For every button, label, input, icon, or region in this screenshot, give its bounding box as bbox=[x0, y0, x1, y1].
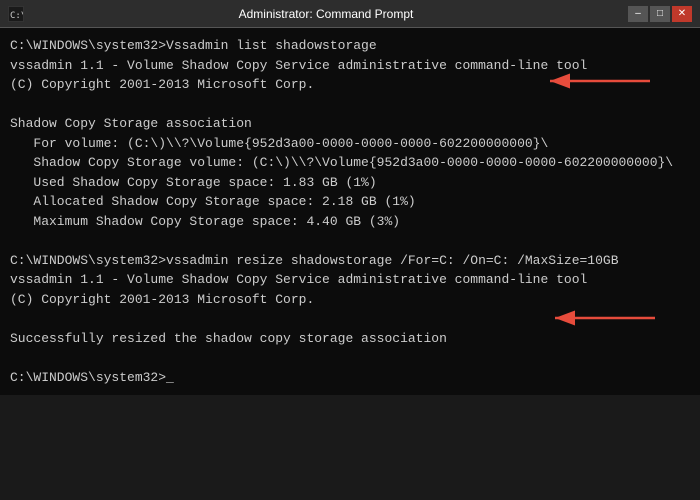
terminal-line: Allocated Shadow Copy Storage space: 2.1… bbox=[10, 192, 690, 212]
terminal-line: C:\WINDOWS\system32>Vssadmin list shadow… bbox=[10, 36, 690, 56]
terminal-line: Shadow Copy Storage association bbox=[10, 114, 690, 134]
cmd-icon: C:\ bbox=[8, 6, 24, 22]
terminal-line bbox=[10, 231, 690, 251]
close-button[interactable]: ✕ bbox=[672, 6, 692, 22]
terminal-line: Shadow Copy Storage volume: (C:\)\\?\Vol… bbox=[10, 153, 690, 173]
terminal-line: vssadmin 1.1 - Volume Shadow Copy Servic… bbox=[10, 270, 690, 290]
terminal-line: C:\WINDOWS\system32>vssadmin resize shad… bbox=[10, 251, 690, 271]
window: C:\ Administrator: Command Prompt – □ ✕ … bbox=[0, 0, 700, 395]
terminal-line bbox=[10, 348, 690, 368]
terminal-line: For volume: (C:\)\\?\Volume{952d3a00-000… bbox=[10, 134, 690, 154]
svg-text:C:\: C:\ bbox=[10, 11, 23, 21]
arrow-2 bbox=[545, 303, 665, 340]
window-title: Administrator: Command Prompt bbox=[30, 7, 622, 21]
terminal-line: Maximum Shadow Copy Storage space: 4.40 … bbox=[10, 212, 690, 232]
arrow-1 bbox=[540, 66, 660, 103]
window-controls: – □ ✕ bbox=[628, 6, 692, 22]
terminal-line: C:\WINDOWS\system32>_ bbox=[10, 368, 690, 388]
terminal-line: Used Shadow Copy Storage space: 1.83 GB … bbox=[10, 173, 690, 193]
terminal-body[interactable]: C:\WINDOWS\system32>Vssadmin list shadow… bbox=[0, 28, 700, 395]
maximize-button[interactable]: □ bbox=[650, 6, 670, 22]
minimize-button[interactable]: – bbox=[628, 6, 648, 22]
title-bar: C:\ Administrator: Command Prompt – □ ✕ bbox=[0, 0, 700, 28]
